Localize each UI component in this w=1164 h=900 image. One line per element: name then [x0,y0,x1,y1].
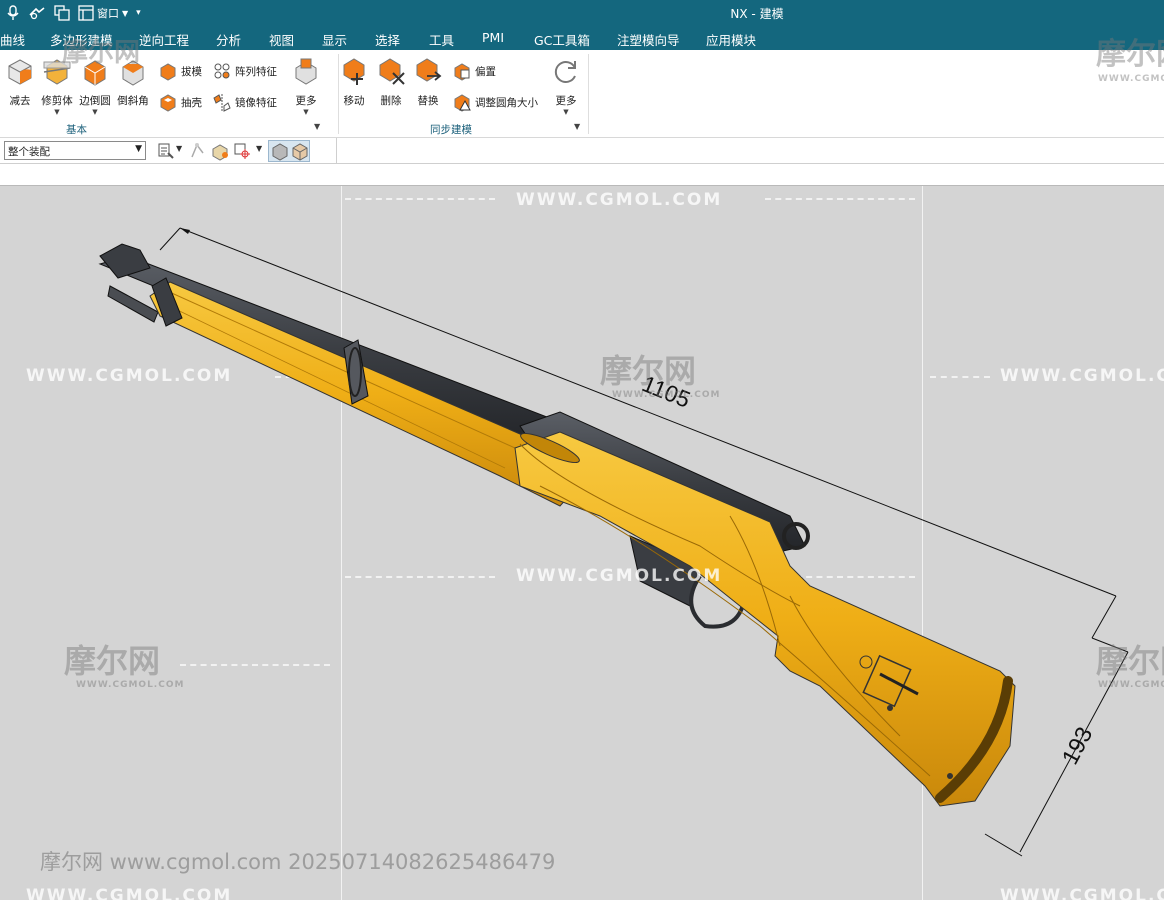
delete-face-button[interactable]: 删除 [371,56,411,118]
mirror-feature-label: 镜像特征 [235,96,277,109]
resize-blend-icon [454,94,471,112]
watermark-url: WWW.CGMOL.COM [1000,366,1164,386]
watermark-url: WWW.CGMOL.COM [516,566,723,586]
subtract-label: 减去 [9,95,31,107]
watermark-logo: 摩尔网 [1096,642,1164,680]
selection-scope-value: 整个装配 [8,146,50,158]
watermark-logo: 摩尔网 [64,642,161,680]
selection-toolbar: 整个装配 ▼ ▼ ▼ [0,138,1164,164]
selection-scope-dropdown[interactable]: 整个装配 ▼ [4,141,146,160]
mirror-feature-icon [213,94,231,112]
watermark-logo: 摩尔网 [62,38,141,68]
edge-blend-label: 边倒圆 [79,95,111,107]
mirror-feature-button[interactable]: 镜像特征 [212,91,277,113]
barrel [98,243,561,449]
pattern-feature-button[interactable]: 阵列特征 [212,60,277,82]
offset-region-button[interactable]: 偏置 [452,60,496,82]
basic-more-button[interactable]: 更多 ▼ [286,56,326,118]
snap-point-icon[interactable] [188,141,208,161]
menu-mold-wizard[interactable]: 注塑模向导 [617,30,680,49]
shaded-view-icon[interactable] [270,141,290,161]
menu-tools[interactable]: 工具 [429,30,454,49]
chevron-down-icon: ▼ [303,108,309,116]
chevron-down-icon[interactable]: ▼ [256,144,262,153]
draft-icon [160,63,176,81]
shell-icon [160,94,176,112]
subtract-button[interactable]: 减去 [0,56,40,118]
watermark-url: WWW.CGMOL.COM [516,190,723,210]
watermark-logo: 摩尔网 [1096,37,1164,72]
ribbon-group-divider [588,54,589,134]
buttstock [514,431,1016,807]
type-filter-icon[interactable] [156,141,176,161]
watermark-url: WWW.CGMOL.COM [26,366,233,386]
replace-face-label: 替换 [417,95,439,107]
toolbar-divider [336,138,337,164]
select-body-icon[interactable] [210,141,230,161]
chevron-down-icon: ▼ [563,108,569,116]
chevron-down-icon: ▼ [54,108,60,116]
menu-bar: 曲线 多边形建模 逆向工程 分析 视图 显示 选择 工具 PMI GC工具箱 注… [0,26,1164,50]
draft-button[interactable]: 拔模 [158,60,202,82]
offset-region-icon [454,63,470,81]
watermark-logo-sub: WWW.CGMOL.COM [76,680,185,690]
menu-application[interactable]: 应用模块 [706,30,756,49]
replace-face-icon [416,58,442,82]
select-point-icon[interactable] [232,141,252,161]
resize-blend-button[interactable]: 调整圆角大小 [452,91,538,113]
shell-label: 抽壳 [181,96,202,109]
basic-group-label: 基本 [66,124,87,136]
resize-blend-label: 调整圆角大小 [475,96,538,109]
delete-face-label: 删除 [380,95,402,107]
pattern-feature-icon [214,63,230,79]
pattern-feature-label: 阵列特征 [235,65,277,78]
watermark-url: WWW.CGMOL.COM [26,886,233,900]
move-face-label: 移动 [343,95,365,107]
delete-face-icon [379,58,405,85]
sync-group-expand-icon[interactable]: ▼ [574,122,580,131]
chevron-down-icon: ▼ [92,108,98,116]
watermark-logo-sub: WWW.CGMOL.COM [1098,74,1164,84]
draft-label: 拔模 [181,65,202,78]
menu-pmi[interactable]: PMI [482,30,504,45]
sync-group-label: 同步建模 [430,124,472,136]
watermark-logo-sub: WWW.CGMOL.COM [612,390,721,400]
basic-more-label: 更多 [295,95,317,107]
watermark-logo-sub: WWW.CGMOL.COM [1098,680,1164,690]
basic-group-expand-icon[interactable]: ▼ [314,122,320,131]
sync-more-label: 更多 [555,95,577,107]
move-face-icon [343,58,365,85]
watermark-footer: 摩尔网 www.cgmol.com 20250714082625486479 [40,850,556,874]
refresh-icon [554,61,576,83]
chevron-down-icon[interactable]: ▼ [176,144,182,153]
move-face-button[interactable]: 移动 [334,56,374,118]
dimension-height-label: 193 [1056,722,1097,768]
subtract-icon [8,59,32,85]
wireframe-view-icon[interactable] [290,141,310,161]
app-title: NX - 建模 [730,7,784,21]
menu-reverse-engineering[interactable]: 逆向工程 [139,30,189,49]
trim-body-label: 修剪体 [41,95,73,107]
watermark-url: WWW.CGMOL.COM [1000,886,1164,900]
chamfer-label: 倒斜角 [117,95,149,107]
menu-analysis[interactable]: 分析 [216,30,241,49]
chevron-down-icon: ▼ [135,144,142,154]
menu-curve[interactable]: 曲线 [0,30,25,49]
menu-display[interactable]: 显示 [322,30,347,49]
graphics-viewport[interactable]: 1105 193 WWW.CGMOL.COM WWW.CGMOL.COM WWW… [0,186,1164,900]
title-bar: 窗口 ▼ ▾ NX - 建模 [0,0,1164,26]
menu-gc-toolbox[interactable]: GC工具箱 [534,30,590,49]
ribbon: 减去 修剪体 ▼ 边倒圆 ▼ 倒斜角 拔模 抽壳 阵列特征 镜像特征 更多 ▼ … [0,50,1164,138]
more-features-icon [295,58,317,85]
toolbar-strip [0,164,1164,186]
rifle-model-canvas[interactable]: 1105 193 [0,186,1164,900]
shell-button[interactable]: 抽壳 [158,91,202,113]
replace-face-button[interactable]: 替换 [408,56,448,118]
menu-view[interactable]: 视图 [269,30,294,49]
menu-select[interactable]: 选择 [375,30,400,49]
offset-region-label: 偏置 [475,65,496,78]
watermark-logo: 摩尔网 [600,352,697,390]
sync-more-button[interactable]: 更多 ▼ [546,56,586,118]
